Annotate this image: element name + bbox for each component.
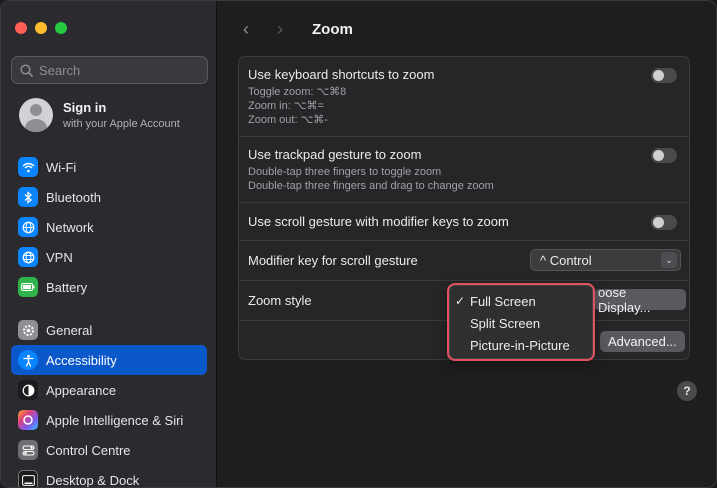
sidebar-item-wifi[interactable]: Wi-Fi [11, 152, 207, 182]
fullscreen-window-button[interactable] [55, 22, 67, 34]
row-title: Use scroll gesture with modifier keys to… [248, 214, 509, 229]
trackpad-zoom-toggle[interactable] [651, 148, 677, 163]
sidebar-item-label: Control Centre [46, 442, 131, 458]
row-title: Use trackpad gesture to zoom [248, 147, 422, 162]
sidebar-item-appearance[interactable]: Appearance [11, 375, 207, 405]
advanced-button[interactable]: Advanced... [600, 331, 685, 352]
sidebar: Sign in with your Apple Account Wi-Fi Bl… [1, 1, 217, 488]
gear-icon [18, 320, 38, 340]
sidebar-item-label: Network [46, 219, 94, 235]
sidebar-item-bluetooth[interactable]: Bluetooth [11, 182, 207, 212]
choose-display-button[interactable]: oose Display... [594, 285, 686, 315]
search-icon [20, 63, 33, 77]
window-controls [15, 22, 67, 34]
account-title: Sign in [63, 100, 107, 115]
forward-chevron-icon[interactable]: › [272, 19, 288, 40]
bluetooth-icon [18, 187, 38, 207]
dock-icon [18, 470, 38, 487]
sidebar-item-label: Wi-Fi [46, 159, 77, 175]
scroll-zoom-toggle[interactable] [651, 215, 677, 230]
row-desc: Double-tap three fingers and drag to cha… [248, 180, 494, 192]
sidebar-item-accessibility[interactable]: Accessibility [11, 345, 207, 375]
keyboard-zoom-toggle[interactable] [651, 68, 677, 83]
zoom-style-menu: ✓ Full Screen Split Screen Picture-in-Pi… [449, 285, 593, 359]
sidebar-item-label: Desktop & Dock [46, 472, 140, 488]
checkmark-icon: ✓ [454, 294, 465, 308]
close-window-button[interactable] [15, 22, 27, 34]
trackpad-gesture-row: Use trackpad gesture to zoom Double-tap … [239, 137, 689, 203]
menu-item-label: Split Screen [470, 315, 541, 331]
search-field[interactable] [11, 56, 208, 84]
sidebar-item-control-centre[interactable]: Control Centre [11, 435, 207, 465]
sidebar-group-system: General Accessibility Appearance Apple I… [11, 315, 207, 488]
sidebar-item-general[interactable]: General [11, 315, 207, 345]
back-chevron-icon[interactable]: ‹ [238, 19, 254, 40]
chevron-updown-icon: ⌄ [661, 252, 677, 268]
wifi-icon [18, 157, 38, 177]
menu-item-label: Picture-in-Picture [470, 337, 570, 353]
sidebar-item-label: Bluetooth [46, 189, 101, 205]
battery-icon [18, 277, 38, 297]
sidebar-item-network[interactable]: Network [11, 212, 207, 242]
row-desc: Double-tap three fingers to toggle zoom [248, 166, 442, 178]
vpn-icon [18, 247, 38, 267]
sidebar-item-label: Appearance [46, 382, 117, 398]
menu-item-full-screen[interactable]: ✓ Full Screen [450, 290, 592, 312]
appearance-icon [18, 380, 38, 400]
settings-window: Sign in with your Apple Account Wi-Fi Bl… [0, 0, 717, 488]
modifier-key-row: Modifier key for scroll gesture ^ Contro… [239, 241, 689, 281]
sidebar-item-label: Apple Intelligence & Siri [46, 412, 184, 428]
sidebar-item-label: General [46, 322, 93, 338]
menu-item-label: Full Screen [470, 293, 536, 309]
modifier-key-popup[interactable]: ^ Control ⌄ [530, 249, 681, 271]
main-pane: ‹ › Zoom Use keyboard shortcuts to zoom … [218, 1, 716, 487]
toolbar: ‹ › Zoom [238, 15, 353, 43]
account-sign-in[interactable]: Sign in with your Apple Account [19, 98, 180, 132]
sidebar-item-apple-intelligence[interactable]: Apple Intelligence & Siri [11, 405, 207, 435]
globe-icon [18, 217, 38, 237]
sidebar-item-desktop-dock[interactable]: Desktop & Dock [11, 465, 207, 488]
row-desc: Zoom in: ⌥⌘= [248, 100, 324, 112]
modifier-key-value: ^ Control [540, 252, 592, 268]
sidebar-item-label: VPN [46, 249, 73, 265]
row-title: Use keyboard shortcuts to zoom [248, 67, 435, 82]
accessibility-icon [18, 350, 38, 370]
siri-icon [18, 410, 38, 430]
keyboard-shortcuts-row: Use keyboard shortcuts to zoom Toggle zo… [239, 57, 689, 137]
sidebar-item-battery[interactable]: Battery [11, 272, 207, 302]
control-centre-icon [18, 440, 38, 460]
sidebar-item-vpn[interactable]: VPN [11, 242, 207, 272]
sidebar-group-network: Wi-Fi Bluetooth Network VPN Battery [11, 152, 207, 302]
row-desc: Toggle zoom: ⌥⌘8 [248, 86, 347, 98]
page-title: Zoom [312, 20, 353, 38]
menu-item-split-screen[interactable]: Split Screen [450, 312, 592, 334]
avatar [19, 98, 53, 132]
help-button[interactable]: ? [677, 381, 697, 401]
menu-item-picture-in-picture[interactable]: Picture-in-Picture [450, 334, 592, 356]
scroll-gesture-row: Use scroll gesture with modifier keys to… [239, 203, 689, 241]
row-desc: Zoom out: ⌥⌘- [248, 114, 328, 126]
sidebar-item-label: Accessibility [46, 352, 117, 368]
minimize-window-button[interactable] [35, 22, 47, 34]
sidebar-item-label: Battery [46, 279, 88, 295]
search-input[interactable] [39, 62, 189, 78]
account-subtitle: with your Apple Account [63, 118, 180, 130]
